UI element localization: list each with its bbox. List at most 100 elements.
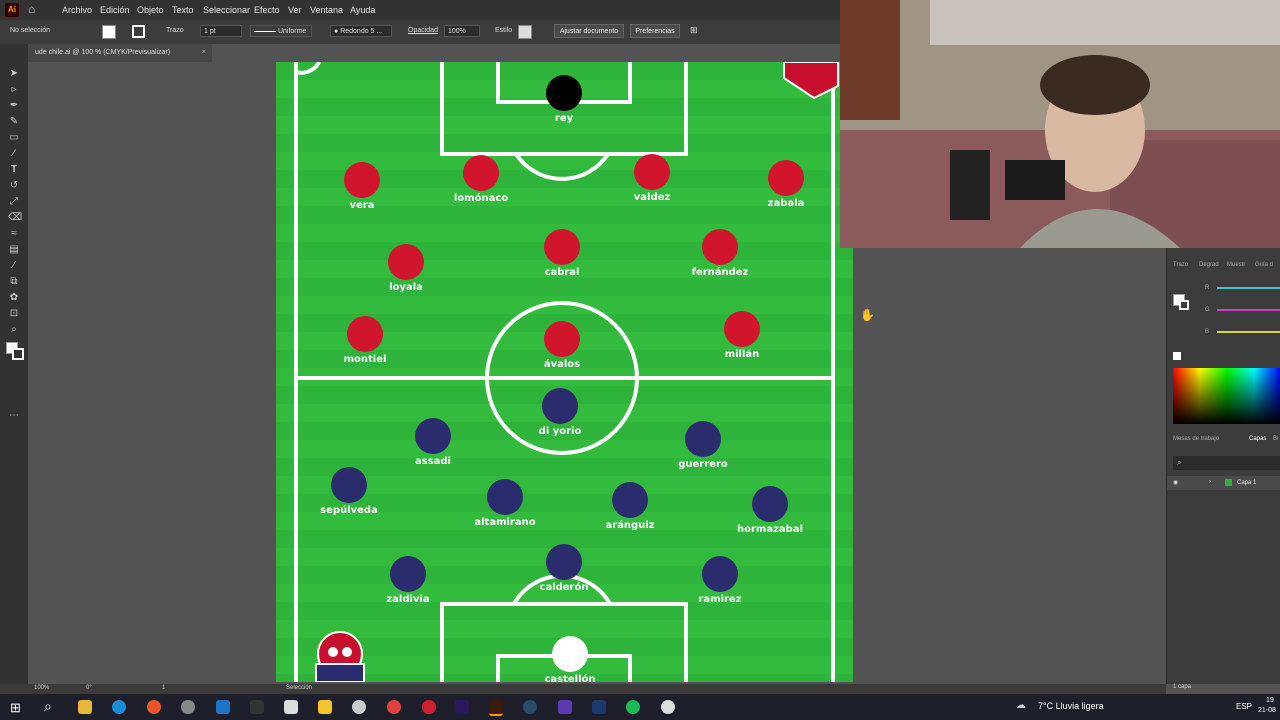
player-name[interactable]: montiel — [344, 354, 387, 365]
channel-r-slider[interactable] — [1217, 287, 1280, 289]
player-name[interactable]: sepúlveda — [320, 505, 378, 516]
home-icon[interactable]: ⌂ — [28, 2, 35, 16]
warp-tool-icon[interactable]: ≈ — [8, 228, 20, 240]
store-icon[interactable] — [284, 700, 298, 714]
player-marker[interactable] — [390, 556, 426, 592]
player-marker[interactable] — [463, 155, 499, 191]
player-marker[interactable] — [544, 321, 580, 357]
preferences-button[interactable]: Preferencias — [630, 24, 680, 38]
player-marker[interactable] — [344, 162, 380, 198]
selection-tool-icon[interactable]: ➤ — [8, 68, 20, 80]
player-marker[interactable] — [487, 479, 523, 515]
clock-date[interactable]: 21-08 — [1258, 707, 1276, 714]
style-swatch[interactable] — [518, 25, 532, 39]
spotify-icon[interactable] — [626, 700, 640, 714]
menu-texto[interactable]: Texto — [172, 5, 194, 15]
illustrator-taskbar-icon[interactable] — [489, 700, 503, 716]
blend-tool-icon[interactable]: ⧉ — [8, 276, 20, 288]
player-name[interactable]: vera — [350, 200, 375, 211]
football-field-artboard[interactable]: rey vera lomónaco valdez zabala loyala cabral f… — [276, 62, 853, 682]
menu-ver[interactable]: Ver — [288, 5, 302, 15]
artboard-number[interactable]: 1 — [162, 685, 165, 691]
player-name[interactable]: valdez — [634, 192, 670, 203]
zoom-tool-icon[interactable]: ⌕ — [8, 324, 20, 336]
app-2-icon[interactable] — [558, 700, 572, 714]
direct-selection-tool-icon[interactable]: ▹ — [8, 84, 20, 96]
rotation-value[interactable]: 0° — [86, 685, 92, 691]
menu-efecto[interactable]: Efecto — [254, 5, 280, 15]
menu-archivo[interactable]: Archivo — [62, 5, 92, 15]
fit-document-button[interactable]: Ajustar documento — [554, 24, 624, 38]
player-marker[interactable] — [768, 160, 804, 196]
layer-search-input[interactable]: ⌕ — [1173, 456, 1280, 470]
fill-swatch[interactable] — [102, 25, 116, 39]
player-name[interactable]: guerrero — [678, 459, 728, 470]
brush-select[interactable]: ● Redondo 5 ... — [330, 25, 392, 37]
player-marker[interactable] — [542, 388, 578, 424]
steam-icon[interactable] — [523, 700, 537, 714]
opacity-field[interactable]: 100% — [444, 25, 480, 37]
app-3-icon[interactable] — [661, 700, 675, 714]
pen-tool-icon[interactable]: ✒ — [8, 100, 20, 112]
player-name[interactable]: cabral — [545, 267, 580, 278]
premiere-icon[interactable] — [455, 700, 469, 714]
player-marker[interactable] — [724, 311, 760, 347]
player-marker[interactable] — [415, 418, 451, 454]
type-tool-icon[interactable]: T — [8, 164, 20, 176]
lrc-icon[interactable] — [592, 700, 606, 714]
none-color-icon[interactable] — [1173, 352, 1181, 360]
menu-objeto[interactable]: Objeto — [137, 5, 164, 15]
opera-icon[interactable] — [422, 700, 436, 714]
weather-text[interactable]: 7°C Lluvia ligera — [1038, 701, 1104, 711]
arrange-icon[interactable]: ⊞ — [690, 25, 698, 36]
player-marker[interactable] — [702, 556, 738, 592]
player-name[interactable]: lomónaco — [454, 193, 508, 204]
menu-ventana[interactable]: Ventana — [310, 5, 343, 15]
player-marker[interactable] — [702, 229, 738, 265]
panel-tab-muestras[interactable]: Muestr — [1227, 262, 1245, 268]
layer-tab-bi[interactable]: Bi — [1273, 436, 1278, 442]
player-name[interactable]: calderón — [540, 582, 589, 593]
firefox-icon[interactable] — [147, 700, 161, 714]
player-name[interactable]: millán — [725, 349, 760, 360]
more-tools-icon[interactable]: ⋯ — [8, 410, 20, 422]
zoom-level[interactable]: 100% — [34, 685, 49, 691]
layer-tab-capas[interactable]: Capas — [1249, 436, 1266, 442]
symbol-tool-icon[interactable]: ✿ — [8, 292, 20, 304]
artboard-tool-icon[interactable]: ⊡ — [8, 308, 20, 320]
player-marker[interactable] — [544, 229, 580, 265]
stroke-swatch[interactable] — [132, 25, 145, 38]
epic-games-icon[interactable] — [250, 700, 264, 714]
menu-seleccionar[interactable]: Seleccionar — [203, 5, 250, 15]
player-marker[interactable] — [331, 467, 367, 503]
eraser-tool-icon[interactable]: ⌫ — [8, 212, 22, 224]
color-stroke-swatch[interactable] — [1179, 300, 1189, 310]
panel-tab-guia[interactable]: Guía d — [1255, 262, 1273, 268]
document-tab[interactable]: ude chile.ai @ 100 % (CMYK/Previsualizar… — [28, 44, 212, 62]
player-name[interactable]: zaldivia — [386, 594, 429, 605]
player-marker[interactable] — [347, 316, 383, 352]
weather-icon[interactable]: ☁ — [1016, 700, 1026, 711]
close-icon[interactable]: × — [202, 44, 206, 62]
player-name[interactable]: ávalos — [544, 359, 580, 370]
color-spectrum[interactable] — [1173, 368, 1280, 424]
clock-time[interactable]: 19 — [1266, 697, 1274, 704]
stroke-profile-select[interactable]: Uniforme — [250, 25, 312, 37]
player-name[interactable]: di yorio — [539, 426, 582, 437]
rectangle-tool-icon[interactable]: ▭ — [8, 132, 20, 144]
file-explorer-icon[interactable] — [78, 700, 92, 714]
player-marker[interactable] — [546, 544, 582, 580]
stroke-color-icon[interactable] — [12, 348, 24, 360]
menu-ayuda[interactable]: Ayuda — [350, 5, 375, 15]
player-name[interactable]: altamirano — [474, 517, 535, 528]
curvature-tool-icon[interactable]: ✎ — [8, 116, 20, 128]
channel-b-slider[interactable] — [1217, 331, 1280, 333]
layer-name[interactable]: Capa 1 — [1237, 480, 1256, 486]
player-name[interactable]: hormazabal — [737, 524, 803, 535]
player-marker[interactable] — [685, 421, 721, 457]
player-marker[interactable] — [612, 482, 648, 518]
player-marker[interactable] — [546, 75, 582, 111]
obs-icon[interactable] — [352, 700, 366, 714]
player-marker[interactable] — [388, 244, 424, 280]
player-name[interactable]: rey — [555, 113, 573, 124]
